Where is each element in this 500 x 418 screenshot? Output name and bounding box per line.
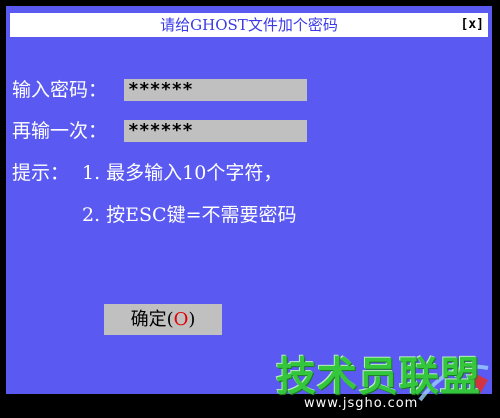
ok-button-hotkey: O [173, 309, 189, 330]
confirm-password-label: 再输一次： [12, 120, 108, 142]
ok-button-paren-close: ) [188, 309, 196, 330]
password-input[interactable]: ****** [124, 79, 307, 101]
site-watermark: 技术员联盟 www.jsgho.com [270, 340, 494, 416]
ok-button-label: 确定 [130, 309, 167, 330]
ok-button-paren-open: ( [166, 309, 174, 330]
password-dialog: 请给GHOST文件加个密码 [x] 输入密码： ****** 再输一次： ***… [6, 6, 492, 394]
watermark-logo-text: 技术员联盟 [276, 354, 481, 400]
confirm-password-input[interactable]: ****** [124, 120, 307, 142]
dialog-title: 请给GHOST文件加个密码 [160, 16, 338, 34]
hint-prefix: 提示： [12, 162, 70, 184]
dialog-titlebar: 请给GHOST文件加个密码 [x] [10, 13, 488, 37]
ok-button[interactable]: 确定(O) [104, 304, 222, 335]
watermark-url: www.jsgho.com [304, 396, 419, 411]
password-label: 输入密码： [12, 79, 108, 101]
hint-line-2: 2. 按ESC键=不需要密码 [82, 204, 297, 226]
close-button[interactable]: [x] [461, 13, 484, 37]
hint-line-1: 1. 最多输入10个字符， [82, 162, 283, 184]
